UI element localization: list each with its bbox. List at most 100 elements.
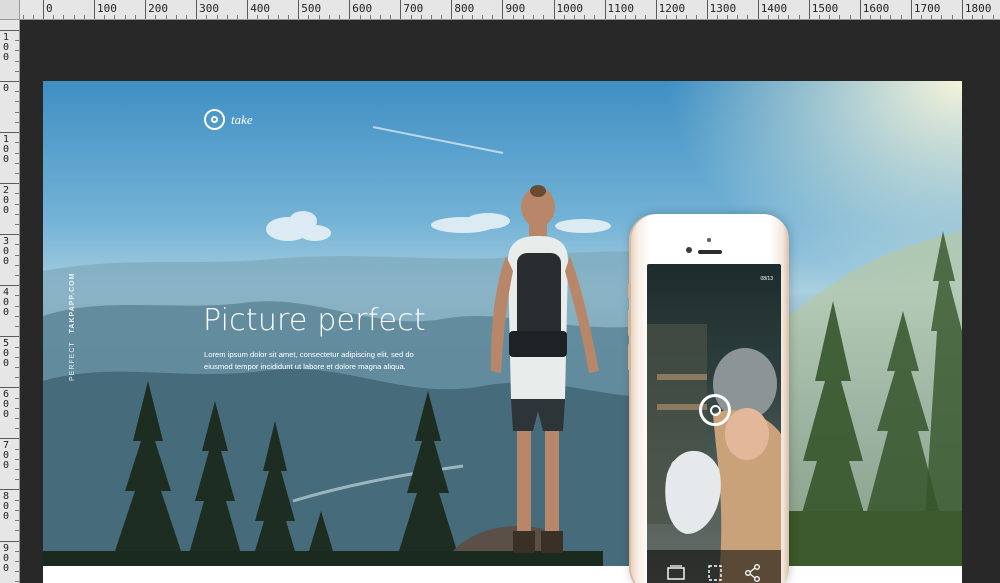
ruler-minor-tick [15,162,19,164]
ruler-minor-tick [53,15,55,19]
ruler-minor-tick [512,15,514,19]
ruler-minor-tick [15,417,19,419]
ruler-minor-tick [104,15,106,19]
ruler-tick [451,0,453,19]
ruler-minor-tick [441,15,443,19]
ruler-minor-tick [15,469,19,471]
ruler-minor-tick [236,15,238,19]
ruler-minor-tick [15,458,19,460]
ruler-minor-tick [175,15,177,19]
side-label-light: PERFECT [69,341,76,381]
logo-ring-icon [204,109,225,130]
ruler-label: 500 [3,338,10,370]
ruler-tick [0,30,19,31]
ruler-minor-tick [624,15,626,19]
share-icon[interactable] [745,564,761,582]
next-section-white [43,566,962,583]
ruler-label: 700 [403,2,424,15]
ruler-tick [910,0,912,19]
ruler-tick [196,0,198,19]
ruler-minor-tick [15,356,19,358]
ruler-tick [553,0,555,19]
ruler-label: 600 [3,389,10,421]
ruler-minor-tick [635,15,637,19]
ruler-minor-tick [165,15,167,19]
artboard[interactable]: take PERFECTTAKPAPP.COM Picture perfect … [43,81,962,583]
ruler-label: 1100 [607,2,635,15]
ruler-corner [0,0,20,20]
ruler-tick [502,0,504,19]
ruler-label: 900 [3,542,10,574]
ruler-minor-tick [63,15,65,19]
ruler-label: 1000 [556,2,584,15]
ruler-minor-tick [328,15,330,19]
ruler-minor-tick [15,295,19,297]
hero-title: Picture perfect [203,303,426,338]
brand-logo[interactable]: take [204,109,253,130]
ruler-minor-tick [15,142,19,144]
ruler-minor-tick [829,15,831,19]
ruler-minor-tick [982,15,984,19]
ruler-minor-tick [727,15,729,19]
vertical-site-label: PERFECT TAKPAPP.COM [69,273,76,381]
ruler-minor-tick [778,15,780,19]
hero-photo [43,126,962,583]
ruler-minor-tick [83,15,85,19]
ruler-tick [0,489,19,491]
ruler-minor-tick [15,70,19,72]
ruler-label: 1700 [913,2,941,15]
ruler-minor-tick [15,244,19,246]
ruler-minor-tick [15,121,19,123]
ruler-tick [0,285,19,287]
ruler-minor-tick [15,223,19,225]
ruler-minor-tick [737,15,739,19]
ruler-label: 0 [3,83,10,95]
ruler-minor-tick [15,397,19,399]
ruler-minor-tick [15,366,19,368]
ruler-label: 600 [352,2,373,15]
ruler-tick [757,0,759,19]
crop-icon[interactable] [707,564,723,582]
ruler-minor-tick [15,520,19,522]
ruler-minor-tick [15,428,19,430]
ruler-minor-tick [15,530,19,532]
ruler-minor-tick [972,15,974,19]
ruler-label: 100 [3,134,10,166]
ruler-minor-tick [114,15,116,19]
ruler-minor-tick [696,15,698,19]
ruler-minor-tick [594,15,596,19]
gallery-icon[interactable] [667,564,685,580]
ruler-minor-tick [767,15,769,19]
ruler-minor-tick [15,40,19,42]
ruler-minor-tick [716,15,718,19]
ruler-minor-tick [798,15,800,19]
vertical-ruler[interactable]: 100 0 100 200 300 400 500 600 700 800 900 [0,20,20,583]
ruler-tick [298,0,300,19]
ruler-minor-tick [543,15,545,19]
ruler-tick [145,0,147,19]
ruler-minor-tick [15,407,19,409]
shutter-icon [709,404,721,416]
shutter-button[interactable] [699,394,731,426]
ruler-minor-tick [124,15,126,19]
ruler-minor-tick [533,15,535,19]
ruler-label: 900 [505,2,526,15]
ruler-minor-tick [73,15,75,19]
ruler-minor-tick [818,15,820,19]
ruler-minor-tick [15,499,19,501]
ruler-minor-tick [15,571,19,573]
ruler-tick [655,0,657,19]
ruler-label: 100 [3,32,10,63]
hero-description: Lorem ipsum dolor sit amet, consectetur … [204,350,414,371]
ruler-minor-tick [492,15,494,19]
ruler-minor-tick [921,15,923,19]
horizontal-ruler[interactable]: 0 100 200 300 400 500 600 700 800 900 1000 1100 1200… [0,0,1000,20]
side-label-url[interactable]: TAKPAPP.COM [69,273,76,334]
ruler-minor-tick [226,15,228,19]
ruler-minor-tick [573,15,575,19]
ruler-minor-tick [410,15,412,19]
ruler-minor-tick [15,448,19,450]
ruler-tick [0,132,19,134]
ruler-minor-tick [15,50,19,52]
ruler-minor-tick [15,305,19,307]
